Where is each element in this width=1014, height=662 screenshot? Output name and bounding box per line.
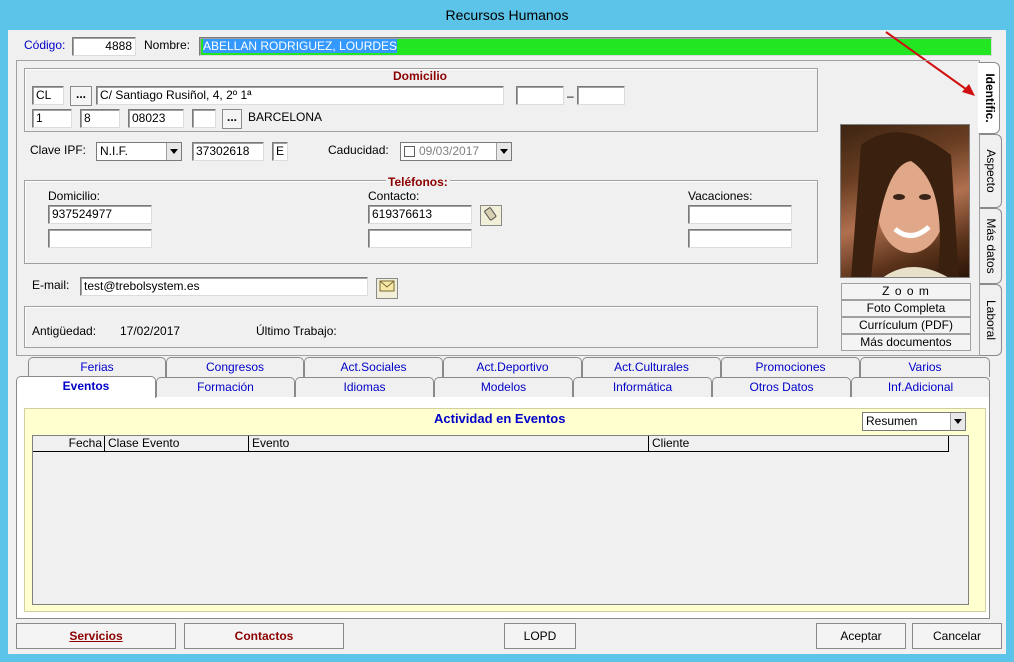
chevron-down-icon	[496, 143, 511, 160]
servicios-button[interactable]: Servicios	[16, 623, 176, 649]
via-tipo-input[interactable]: CL	[32, 86, 64, 105]
chevron-down-icon	[950, 413, 965, 430]
aceptar-button[interactable]: Aceptar	[816, 623, 906, 649]
tab-inf-adicional[interactable]: Inf.Adicional	[851, 377, 990, 397]
send-email-button[interactable]	[376, 278, 398, 299]
tab-mas-datos-label: Más datos	[984, 218, 998, 274]
antiguedad-value: 17/02/2017	[120, 324, 181, 338]
tab-laboral-label: Laboral	[984, 299, 998, 341]
phone-icon	[484, 207, 497, 221]
eventos-table-header: Fecha Clase Evento Evento Cliente	[33, 436, 949, 452]
tel-vacaciones-label: Vacaciones:	[688, 189, 753, 203]
employee-photo	[840, 124, 970, 278]
tel-vacaciones2-input[interactable]	[688, 229, 792, 248]
codigo-input[interactable]: 4888	[72, 37, 136, 56]
tab-ferias[interactable]: Ferias	[28, 357, 166, 377]
view-select-value: Resumen	[866, 414, 918, 428]
tab-promociones[interactable]: Promociones	[721, 357, 860, 377]
tab-congresos[interactable]: Congresos	[166, 357, 304, 377]
tab-otros-datos[interactable]: Otros Datos	[712, 377, 851, 397]
view-select[interactable]: Resumen	[862, 412, 966, 431]
column-header-cliente[interactable]: Cliente	[649, 436, 949, 452]
cancelar-button[interactable]: Cancelar	[912, 623, 1002, 649]
domicilio-title: Domicilio	[393, 69, 448, 83]
column-header-clase-evento[interactable]: Clase Evento	[105, 436, 249, 452]
tab-eventos[interactable]: Eventos	[16, 376, 156, 398]
mas-documentos-button[interactable]: Más documentos	[841, 334, 971, 351]
tab-idiomas[interactable]: Idiomas	[295, 377, 434, 397]
telefonos-title: Teléfonos:	[386, 175, 450, 189]
ciudad-label: BARCELONA	[248, 110, 323, 124]
cp-input[interactable]: 08023	[128, 109, 184, 128]
tel-contacto-label: Contacto:	[368, 189, 420, 203]
chevron-down-icon	[166, 143, 181, 160]
puerta-input[interactable]	[577, 86, 625, 105]
tab-identific-label: Identific.	[983, 73, 997, 123]
curriculum-pdf-button[interactable]: Currículum (PDF)	[841, 317, 971, 334]
codigo-label: Código:	[24, 38, 66, 52]
foto-completa-button[interactable]: Foto Completa	[841, 300, 971, 317]
tab-aspecto[interactable]: Aspecto	[980, 134, 1002, 208]
eventos-table[interactable]	[32, 435, 969, 605]
nombre-input[interactable]: ABELLAN RODRIGUEZ, LOURDES	[199, 37, 992, 56]
extra-input[interactable]	[192, 109, 216, 128]
ciudad-ellipsis-button[interactable]: ...	[222, 109, 242, 129]
contactos-button[interactable]: Contactos	[184, 623, 344, 649]
num2-input[interactable]: 8	[80, 109, 120, 128]
tipo-doc-value: N.I.F.	[100, 144, 129, 158]
tab-modelos[interactable]: Modelos	[434, 377, 573, 397]
tab-informatica[interactable]: Informática	[573, 377, 712, 397]
tab-act-deportivo[interactable]: Act.Deportivo	[443, 357, 582, 377]
window-title: Recursos Humanos	[445, 7, 569, 23]
tab-aspecto-label: Aspecto	[984, 149, 998, 193]
column-header-evento[interactable]: Evento	[249, 436, 649, 452]
tab-identific[interactable]: Identific.	[978, 62, 1000, 134]
antiguedad-label: Antigüedad:	[32, 324, 97, 338]
tel-contacto-input[interactable]: 619376613	[368, 205, 472, 224]
tipo-doc-select[interactable]: N.I.F.	[96, 142, 182, 161]
nombre-value: ABELLAN RODRIGUEZ, LOURDES	[203, 39, 398, 53]
email-label: E-mail:	[32, 278, 70, 292]
tab-laboral[interactable]: Laboral	[980, 284, 1002, 356]
piso-input[interactable]	[516, 86, 564, 105]
ultimo-trabajo-label: Último Trabajo:	[256, 324, 337, 338]
caducidad-label: Caducidad:	[328, 143, 389, 157]
eventos-title: Actividad en Eventos	[434, 411, 566, 426]
caducidad-checkbox[interactable]	[404, 146, 415, 157]
direccion-input[interactable]: C/ Santiago Rusiñol, 4, 2º 1ª	[96, 86, 504, 105]
tel-domicilio-label: Domicilio:	[48, 189, 101, 203]
caducidad-value: 09/03/2017	[419, 144, 480, 158]
letra-doc-input[interactable]: E	[272, 142, 288, 161]
lopd-button[interactable]: LOPD	[504, 623, 576, 649]
tel-domicilio2-input[interactable]	[48, 229, 152, 248]
num1-input[interactable]: 1	[32, 109, 72, 128]
tel-vacaciones-input[interactable]	[688, 205, 792, 224]
tel-domicilio-input[interactable]: 937524977	[48, 205, 152, 224]
tab-formacion[interactable]: Formación	[156, 377, 295, 397]
clave-ipf-label: Clave IPF:	[30, 143, 87, 157]
tab-act-sociales[interactable]: Act.Sociales	[304, 357, 443, 377]
envelope-icon	[379, 280, 395, 292]
tel-contacto2-input[interactable]	[368, 229, 472, 248]
email-input[interactable]: test@trebolsystem.es	[80, 277, 368, 296]
tab-varios[interactable]: Varios	[860, 357, 990, 377]
dash-separator: –	[567, 89, 574, 103]
tab-mas-datos[interactable]: Más datos	[980, 208, 1002, 284]
tab-act-culturales[interactable]: Act.Culturales	[582, 357, 721, 377]
via-ellipsis-button[interactable]: ...	[70, 86, 92, 106]
nombre-label: Nombre:	[144, 38, 191, 52]
column-header-fecha[interactable]: Fecha	[33, 436, 105, 452]
zoom-button[interactable]: Z o o m	[841, 283, 971, 300]
caducidad-date-picker[interactable]: 09/03/2017	[400, 142, 512, 161]
phone-call-button[interactable]	[480, 205, 502, 226]
numero-doc-input[interactable]: 37302618	[192, 142, 264, 161]
